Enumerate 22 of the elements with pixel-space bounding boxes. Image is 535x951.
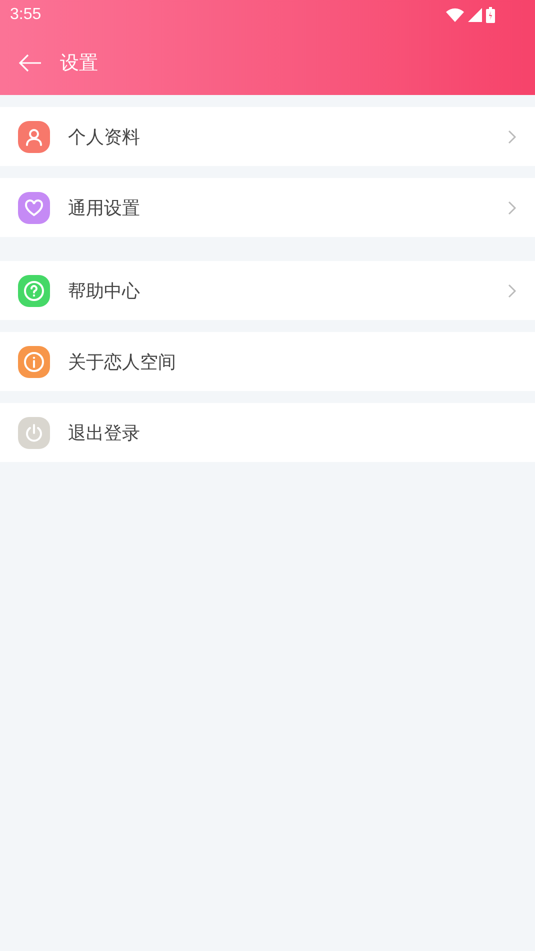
item-label: 帮助中心 — [68, 280, 141, 302]
settings-item[interactable]: 帮助中心 — [0, 261, 535, 320]
page-title: 设置 — [60, 50, 98, 76]
settings-item[interactable]: 关于恋人空间 — [0, 332, 535, 391]
power-icon — [23, 422, 45, 444]
item-label: 关于恋人空间 — [68, 350, 177, 374]
item-label: 个人资料 — [68, 126, 141, 148]
settings-item[interactable]: 通用设置 — [0, 178, 535, 237]
back-arrow-icon — [18, 52, 42, 72]
battery-icon — [486, 7, 495, 23]
item-label: 退出登录 — [68, 422, 141, 444]
signal-icon — [468, 8, 482, 22]
help-icon — [23, 280, 45, 302]
back-button[interactable] — [18, 52, 42, 72]
settings-item[interactable]: 退出登录 — [0, 403, 535, 462]
settings-item[interactable]: 个人资料 — [0, 107, 535, 166]
heart-icon — [24, 198, 44, 218]
person-icon — [24, 126, 44, 146]
info-icon — [23, 350, 45, 372]
status-time: 3:55 — [10, 6, 42, 24]
wifi-icon — [446, 8, 464, 22]
item-label: 通用设置 — [68, 196, 141, 220]
